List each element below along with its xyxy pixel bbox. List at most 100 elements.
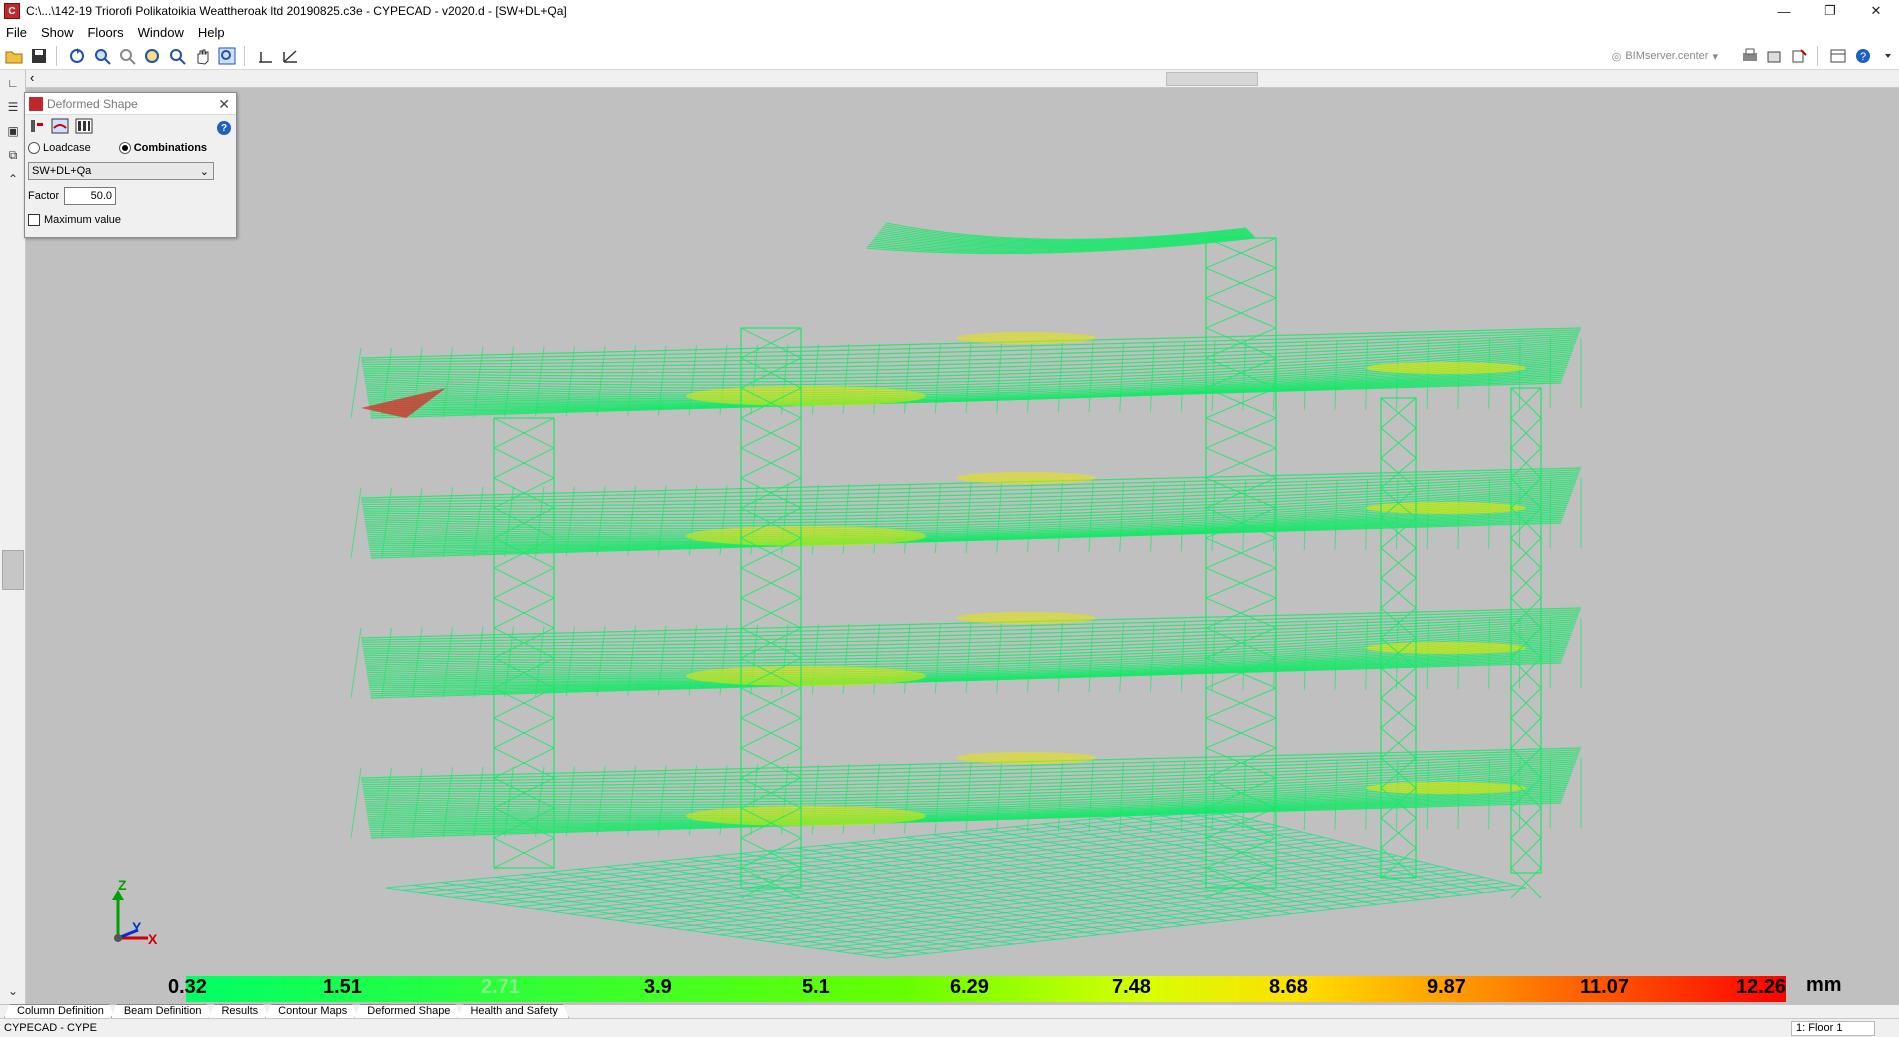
floor-3-cross-line [904, 623, 911, 694]
chevron-down-icon[interactable]: ⌄ [2, 980, 24, 1002]
close-button[interactable]: ✕ [1853, 0, 1899, 22]
views-tool-icon[interactable]: ⧉ [2, 144, 24, 166]
floor-3-cross-line [1519, 618, 1521, 689]
save-icon[interactable] [27, 44, 50, 67]
tab-beam-definition[interactable]: Beam Definition [111, 1004, 213, 1018]
axes-tool-icon[interactable]: ∟ [2, 72, 24, 94]
legend-value-3: 2.71 [481, 976, 520, 998]
floor-1-cross-line [1027, 342, 1033, 413]
zoom-window-icon[interactable] [115, 44, 138, 67]
colour-scale-icon[interactable] [75, 118, 93, 134]
legend-value-1: 0.32 [168, 976, 207, 998]
status-bar: CYPECAD - CYPE 1: Floor 1 [0, 1018, 1899, 1037]
bimserver-button[interactable]: ◎ BIMserver.center ▾ [1612, 50, 1718, 63]
3d-view-icon[interactable]: ▣ [2, 120, 24, 142]
menu-window[interactable]: Window [132, 25, 192, 40]
floor-3-deflection-zone [956, 612, 1096, 624]
perspective-view-icon[interactable] [278, 44, 301, 67]
floor-1-cross-line [350, 347, 362, 419]
factor-input[interactable]: 50.0 [64, 187, 116, 205]
structure-icon[interactable] [29, 118, 45, 134]
toolbar-separator [56, 45, 57, 66]
menu-floors[interactable]: Floors [81, 25, 131, 40]
floor-1-cross-line [1211, 340, 1216, 412]
edit-icon[interactable] [1788, 45, 1811, 68]
maximum-value-checkbox[interactable] [28, 214, 40, 226]
minimize-button[interactable]: — [1761, 0, 1807, 22]
combination-select[interactable]: SW+DL+Qa ⌄ [28, 162, 214, 180]
svg-text:?: ? [1860, 51, 1866, 63]
panel-header[interactable]: Deformed Shape ✕ [25, 93, 236, 115]
combination-row: SW+DL+Qa ⌄ [25, 159, 236, 183]
panel-toolbar [25, 115, 236, 137]
tab-contour-maps[interactable]: Contour Maps [265, 1004, 358, 1018]
floor-3-cross-line [1150, 621, 1155, 692]
chevron-left-icon[interactable]: ‹ [30, 70, 34, 85]
toolbar-separator [1817, 46, 1818, 66]
tab-health-and-safety[interactable]: Health and Safety [457, 1004, 568, 1018]
floor-4-deflection-zone [956, 752, 1096, 764]
ground-slab-line [819, 876, 1484, 950]
floor-2-cross-line [996, 482, 1002, 553]
floor-3-cross-line [965, 622, 972, 694]
tab-column-definition[interactable]: Column Definition [4, 1004, 115, 1018]
chevron-down-icon: ⌄ [199, 165, 209, 178]
more-icon[interactable] [1876, 45, 1899, 68]
deformed-shape-icon [29, 96, 43, 111]
zoom-extents-icon[interactable] [215, 44, 238, 67]
refresh-view-icon[interactable] [140, 44, 163, 67]
floor-2-cross-line [965, 482, 972, 554]
restore-button[interactable]: ❐ [1807, 0, 1853, 22]
window-controls: — ❐ ✕ [1761, 0, 1899, 22]
floor-4-deflection-zone [1366, 782, 1526, 794]
tab-deformed-shape[interactable]: Deformed Shape [354, 1004, 461, 1018]
3d-viewport[interactable]: Z Y X [26, 88, 1899, 972]
tab-results[interactable]: Results [208, 1004, 269, 1018]
floor-1-cross-line [1303, 340, 1307, 411]
chevron-down-icon: ▾ [1712, 50, 1718, 63]
loadcase-radio[interactable] [28, 142, 40, 154]
floor-2-cross-line [1519, 478, 1521, 549]
vertical-scrollbar-thumb[interactable] [2, 550, 24, 590]
floor-2-cross-line [1150, 481, 1155, 552]
horizontal-scrollbar-thumb[interactable] [1166, 72, 1258, 86]
pan-hand-icon[interactable] [190, 44, 213, 67]
current-floor: 1: Floor 1 [1791, 1021, 1875, 1036]
floor-3-cross-line [1426, 619, 1429, 690]
floor-3-deflection-zone [686, 666, 926, 686]
print-icon[interactable] [1738, 45, 1761, 68]
axis-view-icon[interactable] [253, 44, 276, 67]
axis-gizmo: Z Y X [112, 878, 158, 947]
window-layout-icon[interactable] [1826, 45, 1849, 68]
rotate-view-icon[interactable] [65, 44, 88, 67]
deformed-shape-model [350, 222, 1582, 959]
floor-1-deflection-zone [686, 386, 926, 406]
combinations-radio[interactable] [118, 142, 131, 154]
help-icon[interactable]: ? [1851, 45, 1874, 68]
floor-1-cross-line [1057, 342, 1063, 413]
combinations-label: Combinations [133, 142, 208, 154]
chevron-up-icon[interactable]: ⌃ [2, 168, 24, 190]
layers-tool-icon[interactable]: ☰ [2, 96, 24, 118]
horizontal-scrollbar[interactable]: ‹ [26, 70, 1899, 88]
floor-3-deflection-zone [1366, 642, 1526, 654]
floor-1-cross-line [1488, 338, 1490, 409]
close-icon[interactable]: ✕ [218, 96, 230, 113]
zoom-previous-icon[interactable] [165, 44, 188, 67]
export-icon[interactable] [1763, 45, 1786, 68]
menu-show[interactable]: Show [35, 25, 82, 40]
help-icon[interactable]: ? [217, 121, 231, 135]
floor-3-cross-line [996, 622, 1002, 693]
open-folder-icon[interactable] [2, 44, 25, 67]
left-toolstrip: ∟ ☰ ▣ ⧉ ⌃ ⌄ [0, 70, 26, 1004]
menu-file[interactable]: File [0, 25, 35, 40]
legend-value-4: 3.9 [644, 976, 672, 998]
floor-2-cross-line [1088, 481, 1094, 553]
deformation-icon[interactable] [51, 118, 69, 134]
status-text: CYPECAD - CYPE [4, 1022, 97, 1034]
zoom-all-icon[interactable] [90, 44, 113, 67]
menu-help[interactable]: Help [192, 25, 233, 40]
legend-value-5: 5.1 [802, 976, 830, 998]
cypecad-app-icon[interactable]: C [4, 3, 20, 19]
floor-3-cross-line [934, 623, 941, 694]
